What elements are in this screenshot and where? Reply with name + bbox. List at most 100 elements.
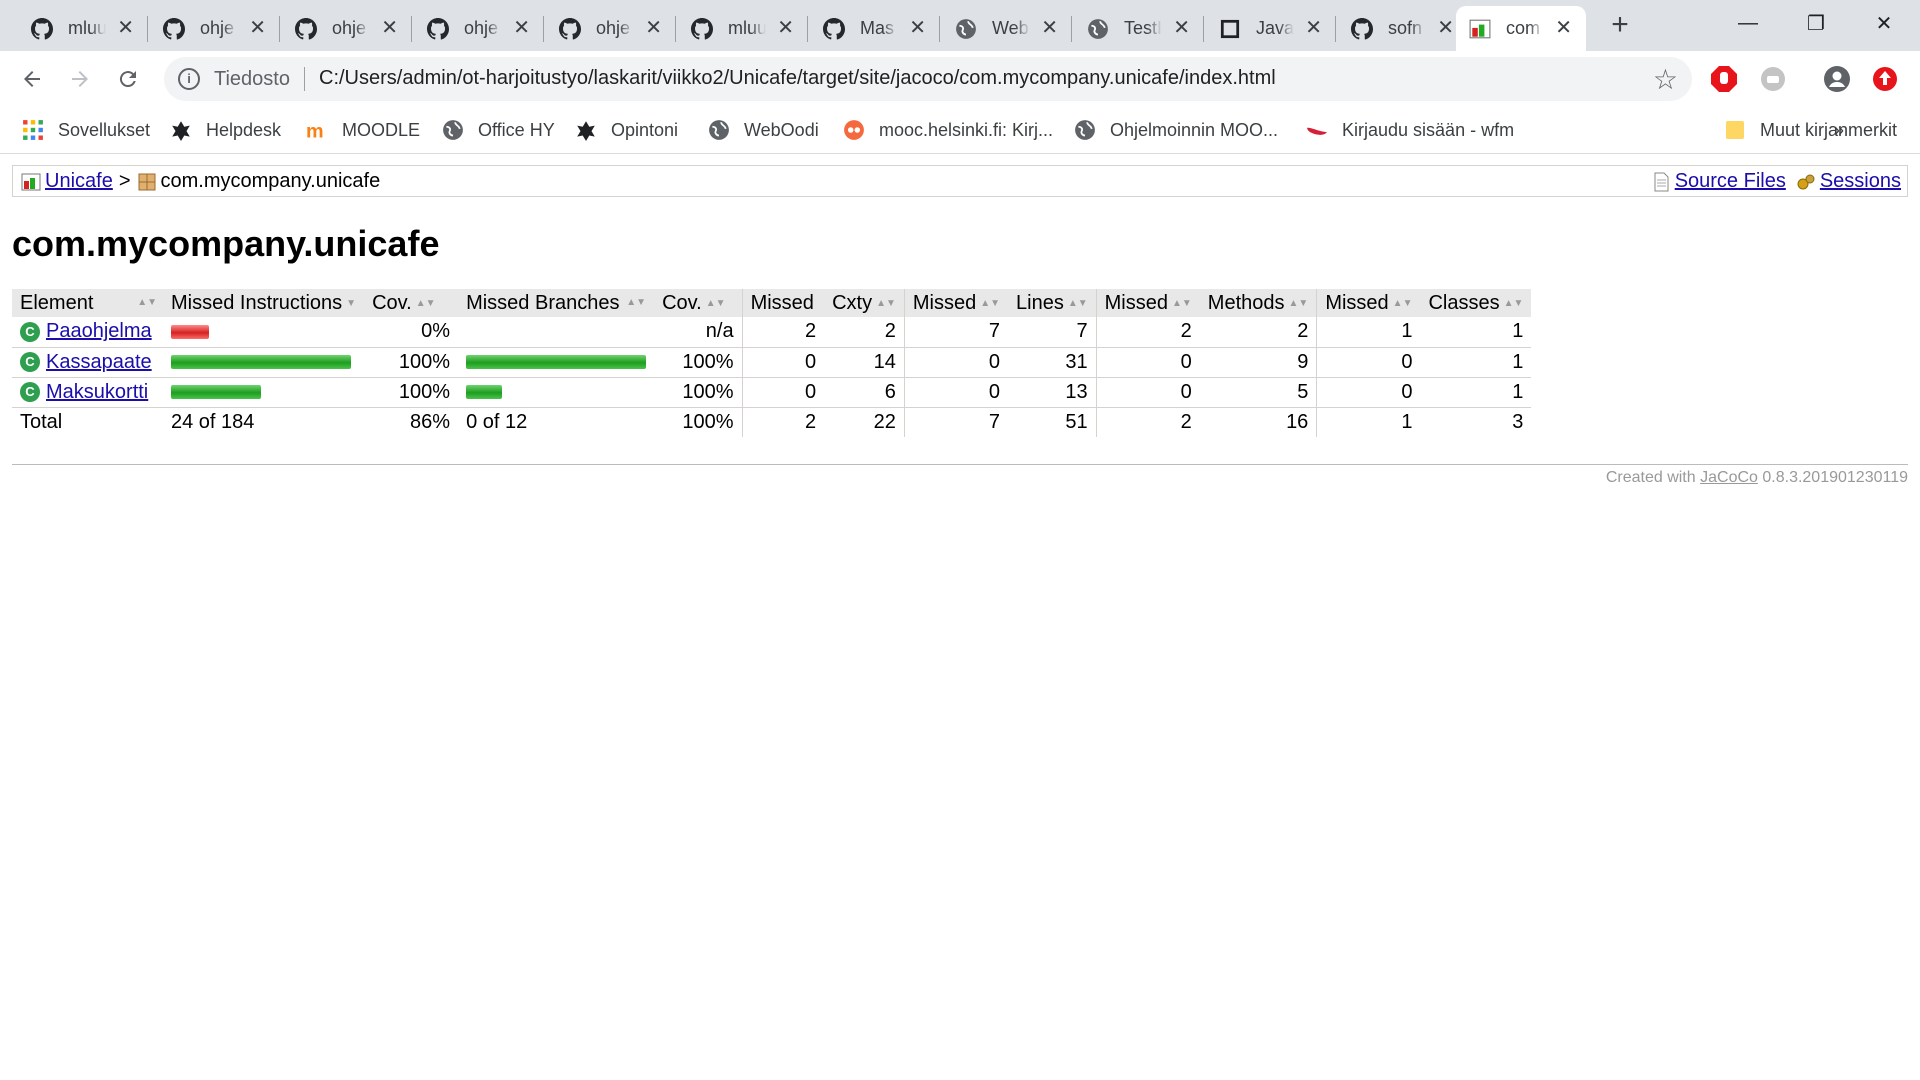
header-classes[interactable]: Classes ▲▼ [1420,289,1532,317]
browser-tab[interactable]: ohje ✕ [150,6,280,51]
tab-separator [279,16,280,42]
tab-close-icon[interactable]: ✕ [909,16,926,40]
tab-separator [939,16,940,42]
tab-close-icon[interactable]: ✕ [1173,16,1190,40]
forward-arrow-icon [72,71,88,87]
header-missed-methods[interactable]: Missed ▲▼ [1095,289,1200,317]
breadcrumb-root-link[interactable]: Unicafe [45,170,113,193]
total-label: Total [12,406,163,437]
bookmark-item[interactable]: Ohjelmoinnin MOO... [1074,115,1278,145]
browser-tab[interactable]: ohje ✕ [282,6,412,51]
header-missed-cxty[interactable]: Missed [741,289,825,317]
forward-button[interactable] [62,61,98,97]
tab-separator [1335,16,1336,42]
report-icon [21,173,41,190]
methods-cell: 9 [1199,347,1317,378]
jacoco-link[interactable]: JaCoCo [1700,469,1758,486]
header-missed-branches[interactable]: Missed Branches ▲▼ [458,289,655,317]
header-instr-cov[interactable]: Cov. ▲▼ [364,289,459,317]
sessions-link[interactable]: Sessions [1820,170,1901,193]
new-tab-button[interactable]: + [1604,10,1636,42]
branch-cov-cell: 100% [654,347,743,378]
tab-close-icon[interactable]: ✕ [1437,16,1454,40]
browser-tab[interactable]: Java ✕ [1206,6,1336,51]
tab-close-icon[interactable]: ✕ [117,16,134,40]
reload-button[interactable] [110,61,146,97]
header-missed-instructions[interactable]: Missed Instructions ▼ [163,289,365,317]
tab-close-icon[interactable]: ✕ [249,16,266,40]
other-bookmarks-folder[interactable]: Muut kirjanmerkit [1724,115,1897,145]
header-element[interactable]: Element ▲▼ [12,289,163,317]
adblock-extension-icon[interactable] [1709,64,1739,94]
restore-button[interactable]: ❐ [1782,6,1850,40]
bookmark-star-icon[interactable]: ☆ [1653,63,1678,96]
tab-separator [147,16,148,42]
tab-close-icon[interactable]: ✕ [1041,16,1058,40]
profile-avatar-icon[interactable] [1822,64,1852,94]
class-link[interactable]: Kassapaate [46,351,152,373]
close-window-button[interactable]: ✕ [1850,6,1918,40]
class-icon: C [20,352,40,373]
globe-icon [708,119,730,141]
page-title: com.mycompany.unicafe [12,223,440,264]
header-missed-classes[interactable]: Missed ▲▼ [1316,289,1421,317]
header-missed-lines[interactable]: Missed ▲▼ [903,289,1009,317]
header-branch-cov[interactable]: Cov. ▲▼ [654,289,743,317]
tab-close-icon[interactable]: ✕ [1305,16,1322,40]
bookmark-item[interactable]: Office HY [442,115,555,145]
total-missed-classes: 1 [1316,406,1421,437]
address-bar[interactable]: i Tiedosto C:/Users/admin/ot-harjoitusty… [164,57,1692,101]
github-icon [558,17,582,41]
missed-classes-cell: 0 [1316,377,1421,408]
browser-tab[interactable]: sofn ✕ [1338,6,1468,51]
classes-cell: 1 [1420,347,1532,378]
browser-tab[interactable]: mluu ✕ [678,6,808,51]
bookmark-item[interactable]: WebOodi [708,115,819,145]
instruction-coverage-bar [171,355,351,370]
minimize-button[interactable]: — [1714,6,1782,40]
browser-tab[interactable]: Mas ✕ [810,6,940,51]
info-icon[interactable]: i [178,68,200,90]
browser-tab[interactable]: TestI ✕ [1074,6,1204,51]
back-button[interactable] [14,61,50,97]
tab-close-icon[interactable]: ✕ [645,16,662,40]
class-link[interactable]: Paaohjelma [46,320,152,342]
folder-icon [1724,119,1746,141]
browser-tab[interactable]: Web ✕ [942,6,1072,51]
classes-cell: 1 [1420,377,1532,408]
bookmark-item[interactable]: Helpdesk [170,115,281,145]
tab-close-icon[interactable]: ✕ [381,16,398,40]
classes-cell: 1 [1420,317,1532,348]
package-icon [138,173,155,190]
class-link[interactable]: Maksukortti [46,381,148,403]
header-methods[interactable]: Methods ▲▼ [1199,289,1317,317]
svg-text:m: m [306,121,324,141]
url-text[interactable]: C:/Users/admin/ot-harjoitustyo/laskarit/… [319,67,1276,90]
browser-tab[interactable]: com ✕ [1456,6,1586,51]
header-cxty[interactable]: Cxty ▲▼ [824,289,905,317]
update-menu-icon[interactable] [1870,64,1900,94]
tab-close-icon[interactable]: ✕ [777,16,794,40]
security-label: Tiedosto [214,68,290,90]
tab-close-icon[interactable]: ✕ [513,16,530,40]
bookmark-item[interactable]: Kirjaudu sisään - wfm [1306,115,1514,145]
tab-title: Java [1256,18,1294,38]
missed-cxty-cell: 0 [741,347,825,378]
browser-tab[interactable]: ohje ✕ [546,6,676,51]
source-files-link[interactable]: Source Files [1675,170,1786,193]
bookmark-label: Helpdesk [206,119,282,140]
extension-icon[interactable] [1758,64,1788,94]
bookmark-item[interactable]: Sovellukset [22,115,150,145]
bookmark-item[interactable]: Opintoni [575,115,678,145]
bookmark-item[interactable]: mooc.helsinki.fi: Kirj... [843,115,1053,145]
bookmark-item[interactable]: m MOODLE [306,115,420,145]
bookmark-label: Opintoni [611,119,679,140]
methods-cell: 2 [1199,317,1317,348]
header-lines[interactable]: Lines ▲▼ [1008,289,1097,317]
tab-close-icon[interactable]: ✕ [1555,16,1572,40]
missed-lines-cell: 7 [903,317,1009,348]
missed-cxty-cell: 0 [741,377,825,408]
browser-tab[interactable]: ohje ✕ [414,6,544,51]
browser-tab[interactable]: mluu ✕ [18,6,148,51]
table-row: C Kassapaate 100% 100% 0 14 0 31 0 9 0 1 [12,347,1532,378]
